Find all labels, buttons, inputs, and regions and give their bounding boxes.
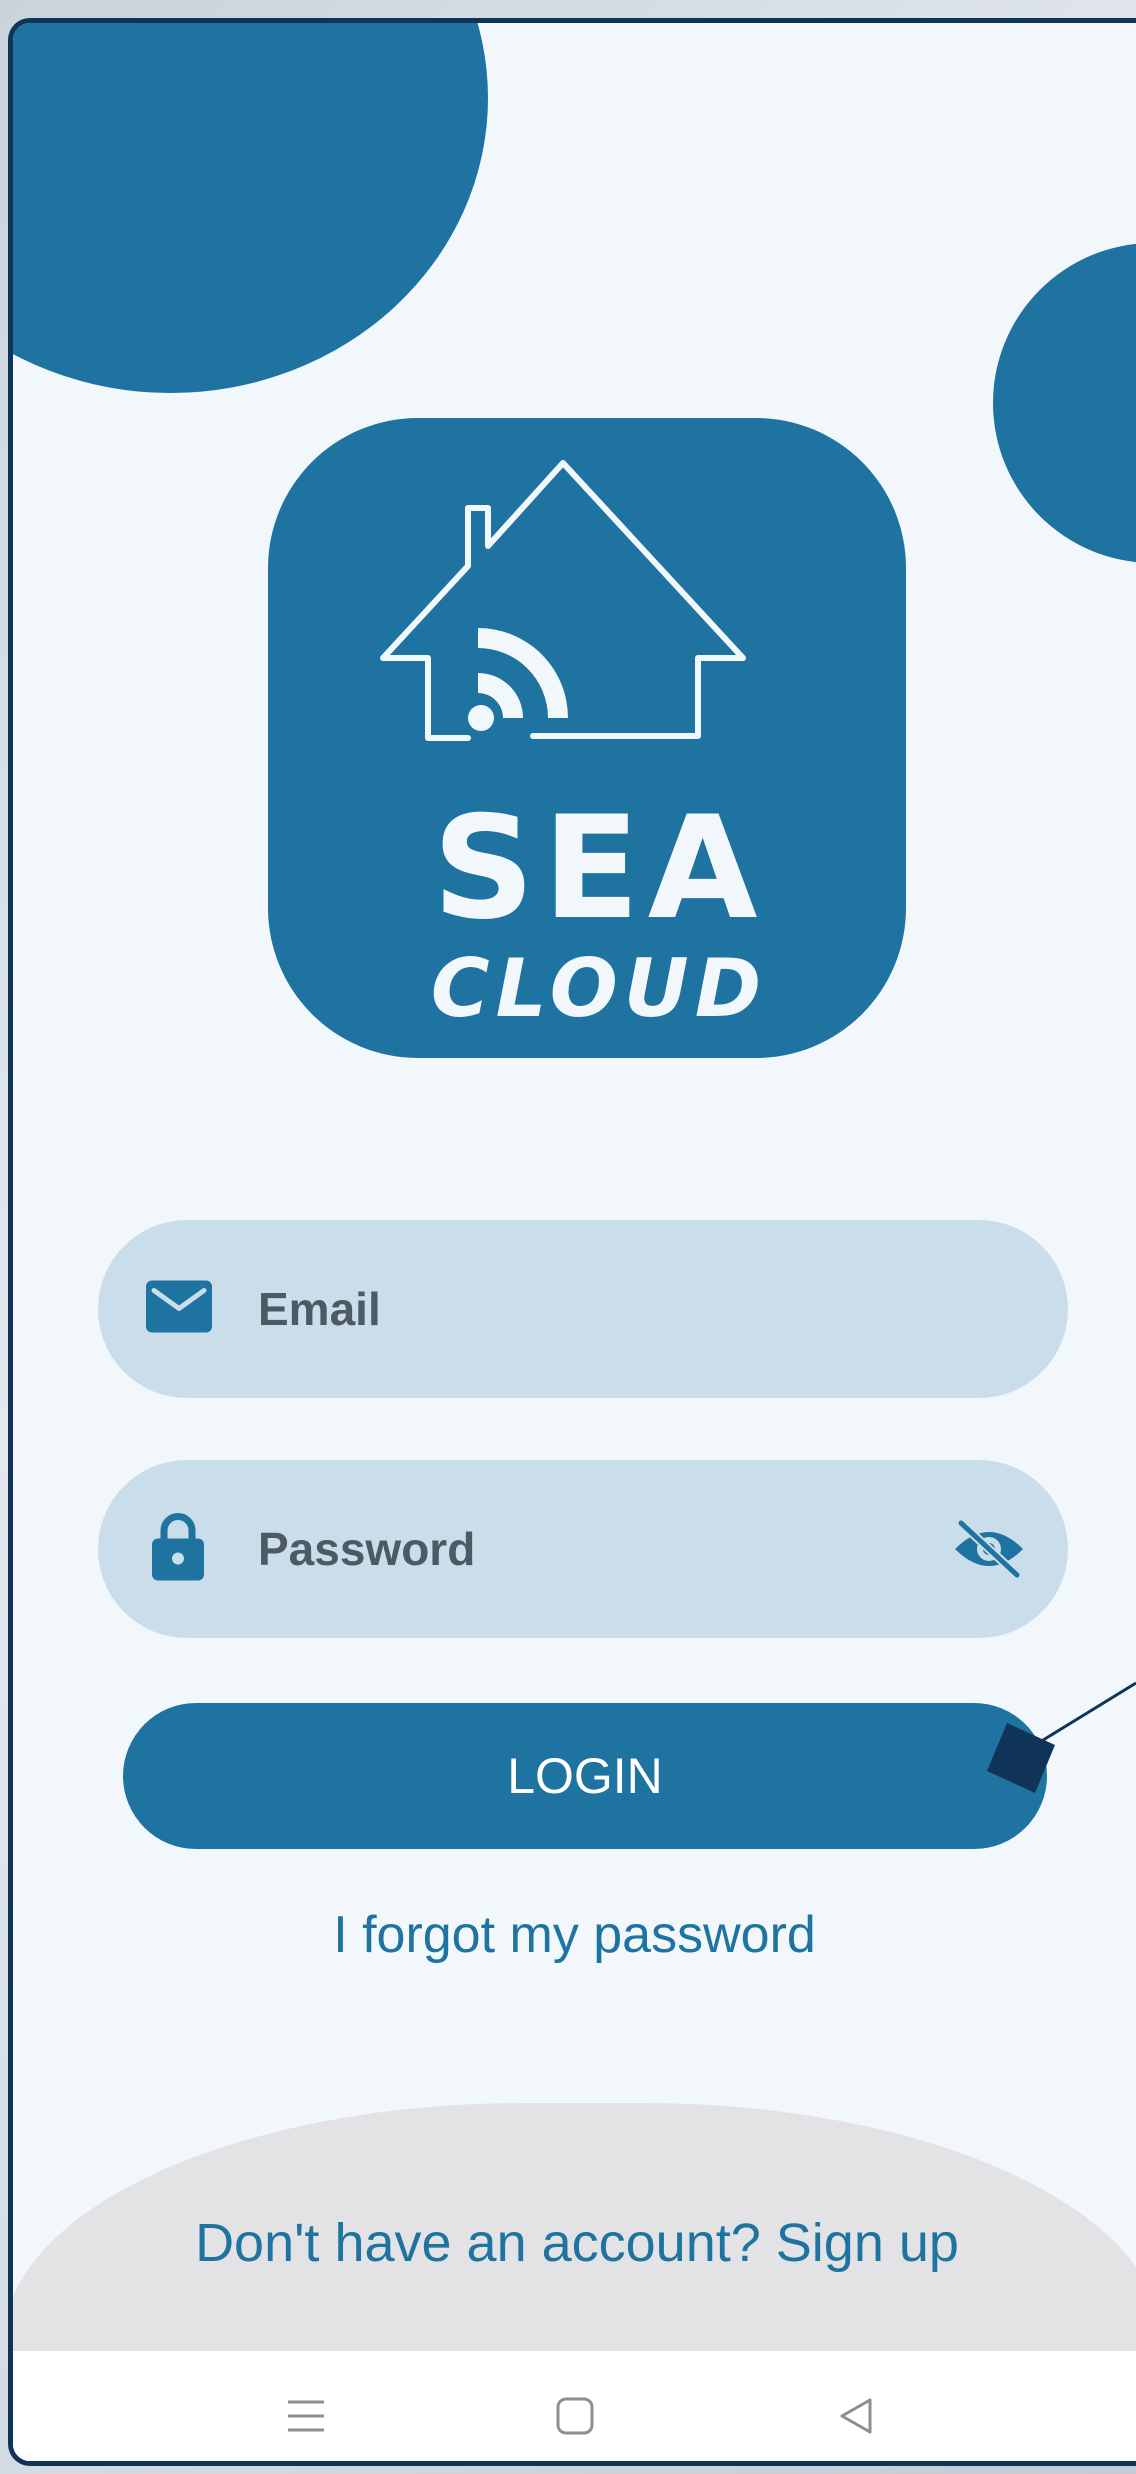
decorative-circle-top-left — [13, 23, 488, 393]
decorative-circle-right — [993, 243, 1136, 563]
logo-text-cloud: CLOUD — [430, 942, 768, 1035]
signup-link[interactable]: Don't have an account? Sign up — [13, 2208, 1136, 2278]
system-navigation-bar — [13, 2351, 1136, 2461]
home-square-icon[interactable] — [540, 2381, 610, 2451]
password-field[interactable]: Password — [98, 1460, 1068, 1638]
menu-icon[interactable] — [271, 2381, 341, 2451]
pointer-callout-marker — [987, 1681, 1136, 1793]
back-triangle-icon[interactable] — [821, 2381, 891, 2451]
mail-icon — [146, 1280, 212, 1338]
forgot-password-link[interactable]: I forgot my password — [13, 1903, 1136, 1967]
phone-screen: SEA CLOUD Email Password LOGIN I forgot … — [8, 18, 1136, 2466]
app-logo: SEA CLOUD — [268, 418, 906, 1058]
password-placeholder: Password — [258, 1523, 476, 1575]
email-field[interactable]: Email — [98, 1220, 1068, 1398]
email-placeholder: Email — [258, 1283, 381, 1335]
eye-off-icon[interactable] — [948, 1508, 1030, 1590]
logo-text-sea: SEA — [432, 786, 766, 951]
login-button[interactable]: LOGIN — [123, 1703, 1047, 1849]
lock-icon — [150, 1513, 206, 1586]
